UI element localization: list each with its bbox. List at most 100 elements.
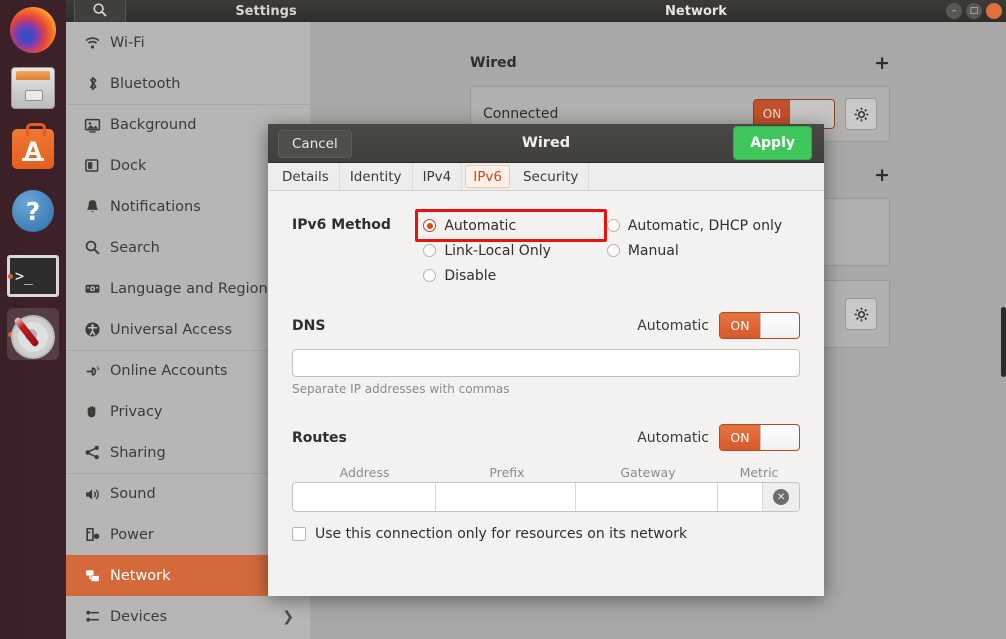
tab-identity[interactable]: Identity — [340, 163, 413, 190]
dns-hint: Separate IP addresses with commas — [292, 382, 800, 396]
route-prefix-input[interactable] — [436, 483, 576, 511]
dock-item-help[interactable]: ? — [7, 185, 59, 237]
ipv6-method-options-right: Automatic, DHCP only Manual — [607, 213, 800, 263]
radio-option-link-local-only[interactable]: Link-Local Only — [423, 238, 607, 263]
privacy-hand-icon — [84, 403, 110, 420]
radio-label: Automatic — [444, 218, 516, 234]
maximize-button[interactable]: □ — [966, 3, 982, 19]
radio-label: Link-Local Only — [444, 243, 551, 259]
routes-toggle-knob — [760, 425, 799, 450]
dock-icon — [84, 157, 110, 174]
restrict-connection-label: Use this connection only for resources o… — [315, 526, 687, 542]
radio-option-automatic[interactable]: Automatic — [423, 213, 574, 238]
wired-section-header: Wired + — [470, 52, 890, 74]
speaker-icon — [84, 486, 101, 503]
wired-settings-button[interactable] — [845, 98, 877, 130]
delete-circle-icon: ✕ — [773, 489, 789, 505]
apply-button[interactable]: Apply — [733, 126, 812, 160]
routes-column-metric: Metric — [719, 465, 799, 480]
tab-details[interactable]: Details — [272, 163, 340, 190]
sidebar-item-label: Sharing — [110, 445, 166, 461]
firefox-icon — [10, 7, 56, 53]
route-metric-input[interactable] — [718, 483, 764, 511]
gear-icon — [854, 307, 869, 322]
sidebar-item-devices[interactable]: Devices ❯ — [66, 596, 310, 637]
routes-toggle-on-label: ON — [720, 425, 760, 450]
power-icon — [84, 526, 110, 543]
routes-section-header: Routes Automatic ON — [292, 424, 800, 451]
settings-icon — [11, 313, 55, 355]
accessibility-icon — [84, 321, 110, 338]
wifi-icon — [84, 34, 110, 51]
bluetooth-icon — [84, 75, 110, 92]
sidebar-item-label: Wi-Fi — [110, 35, 145, 51]
route-address-input[interactable] — [293, 483, 436, 511]
radio-option-automatic-dhcp-only[interactable]: Automatic, DHCP only — [607, 213, 800, 238]
sharing-icon — [84, 444, 110, 461]
radio-button[interactable] — [423, 244, 436, 257]
second-settings-button[interactable] — [845, 298, 877, 330]
radio-label: Automatic, DHCP only — [628, 218, 782, 234]
sidebar-item-label: Network — [110, 568, 171, 584]
close-button[interactable] — [986, 3, 1002, 19]
language-icon — [84, 280, 101, 297]
dialog-header: Cancel Wired Apply — [268, 124, 824, 163]
route-delete-button[interactable]: ✕ — [763, 483, 799, 511]
radio-button[interactable] — [607, 244, 620, 257]
table-row: ✕ — [292, 482, 800, 512]
gear-icon — [854, 107, 869, 122]
tab-ipv6[interactable]: IPv6 — [465, 165, 510, 188]
sidebar-item-label: Devices — [110, 609, 167, 625]
dock-item-firefox[interactable] — [7, 4, 59, 56]
add-wired-button[interactable]: + — [874, 52, 890, 74]
dialog-tabs: DetailsIdentityIPv4IPv6Security — [268, 163, 824, 191]
minimize-button[interactable]: – — [946, 3, 962, 19]
sidebar-item-wi-fi[interactable]: Wi-Fi — [66, 22, 310, 63]
route-gateway-input[interactable] — [576, 483, 718, 511]
dns-toggle-on-label: ON — [720, 313, 760, 338]
routes-column-address: Address — [292, 465, 437, 480]
routes-automatic-label: Automatic — [637, 430, 709, 446]
chevron-right-icon: ❯ — [282, 609, 294, 625]
dock-item-settings[interactable] — [7, 308, 59, 360]
help-icon: ? — [12, 190, 54, 232]
tab-ipv4[interactable]: IPv4 — [413, 163, 463, 190]
sidebar-item-label: Privacy — [110, 404, 163, 420]
online-accounts-icon: s — [84, 363, 110, 380]
sidebar-item-label: Online Accounts — [110, 363, 227, 379]
dock-item-ubuntu-software[interactable]: A — [7, 123, 59, 175]
restrict-connection-checkbox[interactable] — [292, 527, 306, 541]
terminal-icon: >_ — [7, 255, 59, 297]
online-accounts-icon: s — [84, 363, 101, 380]
dns-input[interactable] — [292, 349, 800, 377]
wired-section-title: Wired — [470, 55, 517, 71]
radio-option-manual[interactable]: Manual — [607, 238, 800, 263]
radio-button[interactable] — [607, 219, 620, 232]
restrict-connection-row[interactable]: Use this connection only for resources o… — [292, 526, 800, 542]
sidebar-item-bluetooth[interactable]: Bluetooth — [66, 63, 310, 104]
tab-security[interactable]: Security — [513, 163, 589, 190]
radio-label: Manual — [628, 243, 679, 259]
dns-section-header: DNS Automatic ON — [292, 312, 800, 339]
devices-icon — [84, 608, 110, 625]
radio-button[interactable] — [423, 269, 436, 282]
sidebar-item-label: Search — [110, 240, 160, 256]
radio-option-disable[interactable]: Disable — [423, 263, 607, 288]
dns-automatic-toggle[interactable]: ON — [719, 312, 800, 339]
add-second-button[interactable]: + — [874, 164, 890, 186]
speaker-icon — [84, 486, 110, 503]
dock-item-terminal[interactable]: >_ — [7, 250, 59, 302]
ipv6-method-label: IPv6 Method — [292, 213, 423, 233]
routes-label: Routes — [292, 430, 637, 446]
panel-scrollbar[interactable] — [1001, 307, 1006, 377]
ipv6-method-options-left: Automatic Link-Local Only Disable — [423, 213, 607, 288]
sidebar-item-label: Background — [110, 117, 197, 133]
radio-button[interactable] — [423, 219, 436, 232]
settings-window-title: Settings — [146, 0, 386, 22]
wired-connection-status: Connected — [483, 106, 753, 122]
routes-automatic-toggle[interactable]: ON — [719, 424, 800, 451]
wifi-icon — [84, 34, 101, 51]
dock-item-files[interactable] — [7, 62, 59, 114]
sharing-icon — [84, 444, 101, 461]
bell-icon — [84, 198, 110, 215]
